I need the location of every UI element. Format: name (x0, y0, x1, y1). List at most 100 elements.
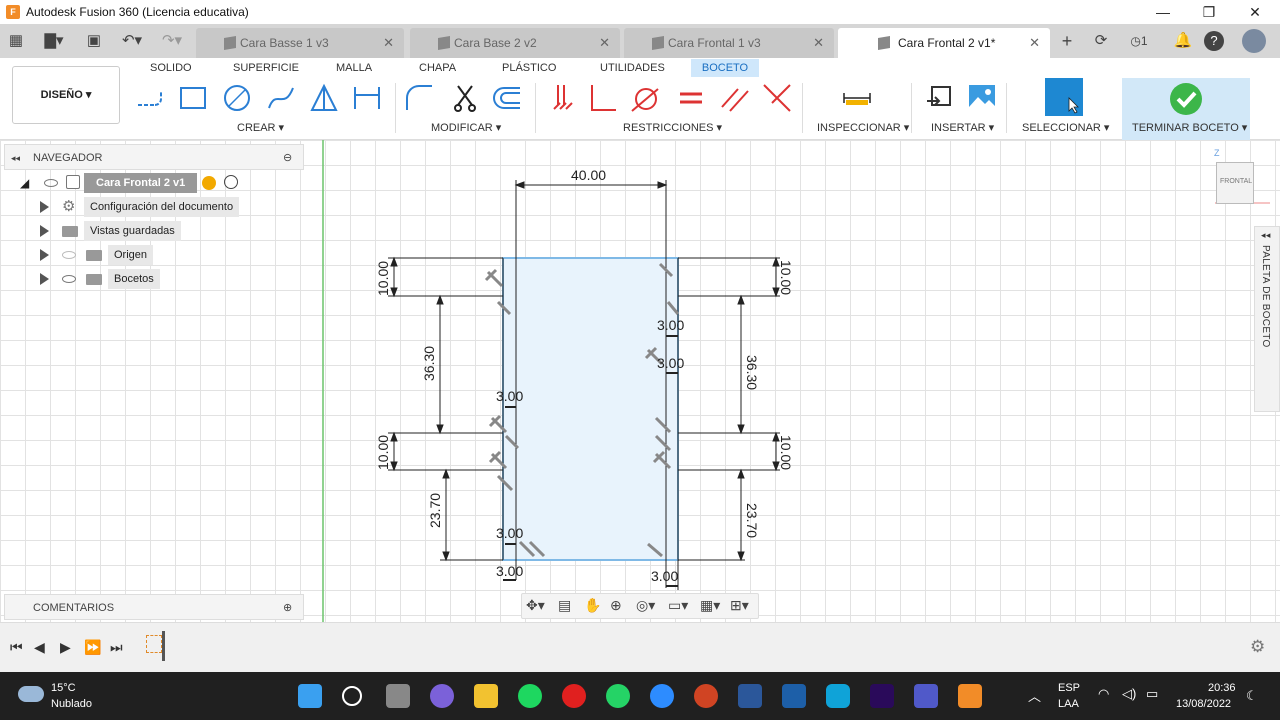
expand-right-icon[interactable] (40, 273, 49, 285)
tab-close-icon[interactable]: ✕ (599, 28, 610, 58)
horizontal-vertical-constraint-icon[interactable] (548, 83, 578, 113)
active-radio-icon[interactable] (224, 175, 238, 189)
windows-start-icon[interactable] (298, 684, 322, 708)
play-icon[interactable]: ▶ (60, 639, 71, 656)
browser-options-icon[interactable]: ⊖ (283, 145, 292, 171)
task-view-icon[interactable] (386, 684, 410, 708)
step-forward-icon[interactable]: ⏩ (84, 639, 101, 656)
finish-sketch-panel[interactable]: TERMINAR BOCETO ▾ (1122, 78, 1250, 140)
save-icon[interactable]: ▣ (84, 30, 104, 52)
powerpoint-icon[interactable] (694, 684, 718, 708)
collapse-panel-icon[interactable]: ◂◂ (11, 145, 20, 171)
undo-icon[interactable]: ↶▾ (116, 30, 148, 52)
notifications-icon[interactable]: ◷1 (1124, 30, 1154, 52)
step-back-icon[interactable]: ◀ (34, 639, 45, 656)
zoom-app-icon[interactable] (650, 684, 674, 708)
tab-cara-base-2[interactable]: Cara Base 2 v2 ✕ (410, 28, 620, 58)
browser-item-document-settings[interactable]: ⚙ Configuración del documento (4, 197, 264, 217)
hidden-eye-icon[interactable] (62, 251, 76, 259)
insert-image-icon[interactable] (967, 83, 997, 113)
browser-item-origin[interactable]: Origen (4, 245, 264, 265)
tab-cara-frontal-1[interactable]: Cara Frontal 1 v3 ✕ (624, 28, 834, 58)
group-insertar[interactable]: INSERTAR ▾ (931, 121, 994, 134)
spotify-icon[interactable] (518, 684, 542, 708)
sketch-timeline-feature-icon[interactable] (146, 635, 162, 653)
wifi-icon[interactable]: ◠ (1098, 686, 1109, 702)
group-inspeccionar[interactable]: INSPECCIONAR ▾ (817, 121, 909, 134)
group-crear[interactable]: CREAR ▾ (237, 121, 284, 134)
sketch-palette-collapsed[interactable]: ◂◂ PALETA DE BOCETO (1254, 226, 1280, 412)
expand-right-icon[interactable] (40, 225, 49, 237)
parallel-constraint-icon[interactable] (720, 83, 750, 113)
word-icon[interactable] (738, 684, 762, 708)
go-to-end-icon[interactable]: ⏭ (110, 639, 123, 656)
browser-item-sketches[interactable]: Bocetos (4, 269, 264, 289)
tab-cara-basse-1[interactable]: Cara Basse 1 v3 ✕ (196, 28, 404, 58)
search-icon[interactable] (342, 686, 362, 706)
visibility-eye-icon[interactable] (44, 179, 58, 187)
fusion-taskbar-icon[interactable] (958, 684, 982, 708)
finish-sketch-button[interactable]: TERMINAR BOCETO ▾ (1132, 121, 1247, 134)
group-restricciones[interactable]: RESTRICCIONES ▾ (623, 121, 722, 134)
zoom-icon[interactable]: ⊕ (610, 597, 622, 614)
language-indicator[interactable]: ESP (1058, 682, 1080, 694)
premiere-icon[interactable] (870, 684, 894, 708)
browser-root-item[interactable]: ◢ Cara Frontal 2 v1 (4, 173, 264, 193)
pan-hand-icon[interactable]: ✋ (584, 597, 601, 614)
tab-utilidades[interactable]: UTILIDADES (594, 59, 671, 77)
triangle-polygon-icon[interactable] (309, 83, 339, 113)
clock-time[interactable]: 20:36 (1208, 682, 1236, 694)
user-avatar[interactable] (1242, 29, 1266, 53)
new-tab-button[interactable]: + (1056, 30, 1078, 52)
job-status-icon[interactable]: ⟳ (1090, 30, 1112, 52)
weather-temperature[interactable]: 15°C (51, 682, 76, 694)
tray-chevron-icon[interactable]: ︿ (1028, 686, 1041, 705)
close-window-button[interactable]: ✕ (1232, 0, 1278, 24)
fillet-tool-icon[interactable] (404, 83, 434, 113)
look-at-icon[interactable]: ▤ (558, 597, 571, 614)
tab-close-icon[interactable]: ✕ (383, 28, 394, 58)
tab-chapa[interactable]: CHAPA (413, 59, 462, 77)
group-modificar[interactable]: MODIFICAR ▾ (431, 121, 501, 134)
tab-boceto[interactable]: BOCETO (691, 59, 759, 77)
minimize-button[interactable]: — (1140, 0, 1186, 24)
viewcube[interactable]: FRONTAL (1216, 162, 1254, 204)
revit-icon[interactable] (782, 684, 806, 708)
help-icon[interactable]: ? (1204, 31, 1224, 51)
tab-close-icon[interactable]: ✕ (813, 28, 824, 58)
offset-tool-icon[interactable] (492, 83, 522, 113)
weather-description[interactable]: Nublado (51, 698, 92, 710)
maximize-button[interactable]: ❐ (1186, 0, 1232, 24)
notification-moon-icon[interactable]: ☾ (1246, 688, 1258, 704)
bell-icon[interactable]: 🔔 (1172, 30, 1194, 52)
battery-icon[interactable]: ▭ (1146, 686, 1158, 702)
tab-close-icon[interactable]: ✕ (1029, 28, 1040, 58)
expand-right-icon[interactable] (40, 201, 49, 213)
add-comment-icon[interactable]: ⊕ (283, 595, 292, 621)
expand-down-icon[interactable]: ◢ (20, 173, 29, 193)
data-panel-grid-icon[interactable]: ▦ (6, 30, 26, 52)
rectangle-tool-icon[interactable] (178, 83, 208, 113)
opera-icon[interactable] (562, 684, 586, 708)
whatsapp-icon[interactable] (606, 684, 630, 708)
insert-derive-icon[interactable] (924, 83, 954, 113)
cortana-c-icon[interactable] (826, 684, 850, 708)
tab-superficie[interactable]: SUPERFICIE (227, 59, 305, 77)
dimension-tool-icon[interactable] (352, 83, 382, 113)
tab-cara-frontal-2[interactable]: Cara Frontal 2 v1* ✕ (838, 28, 1050, 58)
spline-tool-icon[interactable] (266, 83, 296, 113)
clock-date[interactable]: 13/08/2022 (1176, 698, 1231, 710)
circle-tool-icon[interactable] (222, 83, 252, 113)
teams-icon[interactable] (914, 684, 938, 708)
tab-solido[interactable]: SOLIDO (144, 59, 198, 77)
redo-icon[interactable]: ↷▾ (156, 30, 188, 52)
equal-constraint-icon[interactable] (676, 83, 706, 113)
tab-plastico[interactable]: PLÁSTICO (496, 59, 562, 77)
tangent-constraint-icon[interactable] (630, 83, 660, 113)
group-seleccionar[interactable]: SELECCIONAR ▾ (1022, 121, 1109, 134)
checkmark-icon[interactable] (1169, 82, 1203, 116)
viewports-icon[interactable]: ⊞▾ (730, 597, 749, 614)
timeline-marker[interactable] (162, 631, 165, 661)
go-to-start-icon[interactable]: ⏮ (10, 639, 23, 656)
fit-zoom-icon[interactable]: ◎▾ (636, 597, 655, 614)
